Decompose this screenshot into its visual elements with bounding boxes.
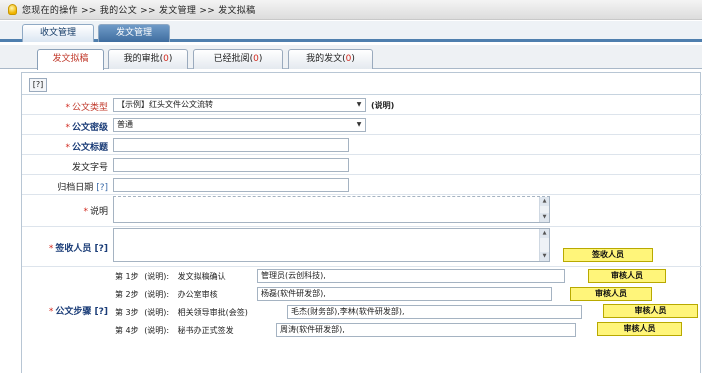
receivers-textarea[interactable]: ▲ ▼ — [113, 228, 550, 262]
tab-draft[interactable]: 发文拟稿 — [37, 49, 104, 70]
steps-label: * 公文步骤 [?] — [48, 307, 108, 317]
step-name: 秘书办正式签发 — [177, 326, 234, 335]
step-number: 第 4步 — [115, 326, 139, 335]
tab-label-close: ) — [168, 54, 173, 64]
doc-number-input[interactable] — [113, 158, 349, 172]
row-secret-level: * 公文密级 普通 ▼ — [22, 116, 702, 135]
step-3-reviewers[interactable]: 毛杰(财务部),李林(软件研发部), — [287, 305, 582, 319]
scroll-up-icon[interactable]: ▲ — [540, 197, 549, 206]
doc-title-input[interactable] — [113, 138, 349, 152]
tab-reviewed[interactable]: 已经批阅(0) — [193, 49, 283, 69]
receivers-label: * 签收人员 [?] — [48, 244, 108, 254]
step-note[interactable]: (说明): — [144, 308, 169, 317]
step-note[interactable]: (说明): — [144, 290, 169, 299]
step-name: 发文拟稿确认 — [177, 272, 226, 281]
step-number: 第 2步 — [115, 290, 139, 299]
tab-draft-label: 发文拟稿 — [52, 54, 89, 64]
description-textarea[interactable]: ▲ ▼ — [113, 196, 550, 223]
doc-title-label: * 公文标题 — [65, 143, 108, 153]
tab-label: 已经批阅( — [213, 54, 254, 64]
doc-type-select[interactable]: 【示例】红头文件公文流转 ▼ — [113, 98, 366, 112]
step-2-reviewers[interactable]: 杨磊(软件研发部), — [257, 287, 552, 301]
scroll-down-icon[interactable]: ▼ — [540, 252, 549, 261]
row-doc-type: * 公文类型 【示例】红头文件公文流转 ▼ (说明) — [22, 96, 702, 115]
app-window: 您现在的操作 >> 我的公文 >> 发文管理 >> 发文拟稿 收文管理 发文管理… — [0, 0, 705, 373]
secret-level-value: 普通 — [117, 120, 133, 129]
row-archive-date: 归档日期 [?] — [22, 176, 702, 195]
scrollbar[interactable]: ▲ ▼ — [539, 229, 549, 261]
step-3-reviewer-button[interactable]: 审核人员 — [603, 304, 698, 318]
chevron-down-icon: ▼ — [356, 101, 362, 108]
step-4-reviewers[interactable]: 周涛(软件研发部), — [276, 323, 576, 337]
secret-level-label: * 公文密级 — [65, 123, 108, 133]
form-panel: [?] * 公文类型 【示例】红头文件公文流转 ▼ (说明) * 公文密级 普通 ▼… — [21, 72, 702, 373]
secret-level-select[interactable]: 普通 ▼ — [113, 118, 366, 132]
row-steps: * 公文步骤 [?] 第 1步 (说明): 发文拟稿确认 管理员(云创科技), 审… — [22, 268, 702, 343]
tab-my-sent[interactable]: 我的发文(0) — [288, 49, 373, 69]
row-receivers: * 签收人员 [?] ▲ ▼ 签收人员 — [22, 228, 702, 267]
step-3: 第 3步 (说明): 相关领导审批(会签) — [115, 307, 248, 318]
tab-label: 我的发文( — [306, 54, 346, 64]
select-receivers-button[interactable]: 签收人员 — [563, 248, 653, 262]
step-2-reviewer-button[interactable]: 审核人员 — [570, 287, 652, 301]
step-number: 第 1步 — [115, 272, 139, 281]
archive-date-label: 归档日期 [?] — [57, 183, 108, 193]
step-4-reviewer-button[interactable]: 审核人员 — [597, 322, 682, 336]
tab-my-approvals[interactable]: 我的审批(0) — [108, 49, 188, 69]
row-description: * 说明 ▲ ▼ — [22, 196, 702, 227]
breadcrumb-text: 您现在的操作 >> 我的公文 >> 发文管理 >> 发文拟稿 — [22, 6, 256, 16]
step-1-reviewer-button[interactable]: 审核人员 — [588, 269, 666, 283]
lightbulb-icon — [8, 4, 17, 15]
row-doc-number: 发文字号 — [22, 156, 702, 175]
sub-tab-bar: 发文拟稿 我的审批(0) 已经批阅(0) 我的发文(0) — [0, 45, 702, 70]
step-1-reviewers[interactable]: 管理员(云创科技), — [257, 269, 565, 283]
row-doc-title: * 公文标题 — [22, 136, 702, 155]
step-4: 第 4步 (说明): 秘书办正式签发 — [115, 325, 234, 336]
step-note[interactable]: (说明): — [144, 272, 169, 281]
step-note[interactable]: (说明): — [144, 326, 169, 335]
doc-type-note[interactable]: (说明) — [371, 100, 394, 111]
tab-label-close: ) — [351, 54, 355, 64]
tab-incoming-docs[interactable]: 收文管理 — [22, 24, 94, 42]
scroll-down-icon[interactable]: ▼ — [540, 213, 549, 222]
doc-number-label: 发文字号 — [71, 163, 108, 173]
divider — [22, 94, 702, 95]
scroll-up-icon[interactable]: ▲ — [540, 229, 549, 238]
description-label: * 说明 — [83, 207, 108, 217]
doc-type-label: * 公文类型 — [65, 103, 108, 113]
step-2: 第 2步 (说明): 办公室审核 — [115, 289, 218, 300]
step-name: 办公室审核 — [177, 290, 218, 299]
tab-outgoing-docs[interactable]: 发文管理 — [98, 24, 170, 42]
top-tab-bar: 收文管理 发文管理 — [0, 21, 702, 42]
archive-date-input[interactable] — [113, 178, 349, 192]
help-button[interactable]: [?] — [29, 78, 47, 92]
step-1: 第 1步 (说明): 发文拟稿确认 — [115, 271, 226, 282]
doc-type-value: 【示例】红头文件公文流转 — [117, 100, 213, 109]
archive-help-link[interactable]: [?] — [96, 183, 108, 193]
step-number: 第 3步 — [115, 308, 139, 317]
chevron-down-icon: ▼ — [356, 121, 362, 128]
breadcrumb: 您现在的操作 >> 我的公文 >> 发文管理 >> 发文拟稿 — [0, 0, 702, 20]
tab-label-close: ) — [258, 54, 263, 64]
step-name: 相关领导审批(会签) — [177, 308, 248, 317]
tab-label: 我的审批( — [123, 54, 164, 64]
scrollbar[interactable]: ▲ ▼ — [539, 197, 549, 222]
